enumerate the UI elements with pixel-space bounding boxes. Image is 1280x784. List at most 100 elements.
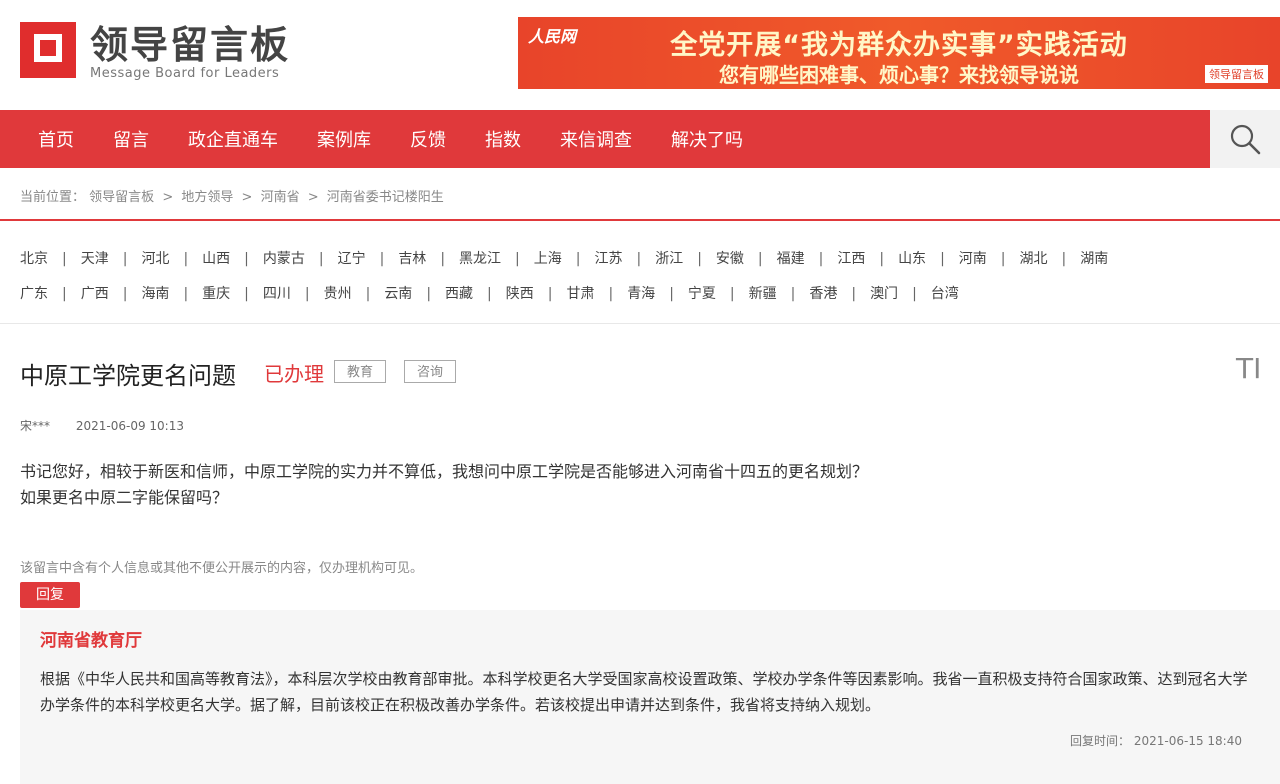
province-separator: |	[122, 286, 128, 302]
province-separator: |	[183, 286, 189, 302]
province-link[interactable]: 辽宁	[338, 248, 366, 268]
nav-item-cases[interactable]: 案例库	[317, 126, 371, 152]
province-link[interactable]: 黑龙江	[459, 248, 501, 268]
province-separator: |	[575, 251, 581, 267]
category-tag-consult[interactable]: 咨询	[404, 360, 456, 383]
province-link[interactable]: 湖南	[1080, 248, 1108, 268]
province-link[interactable]: 江苏	[594, 248, 622, 268]
province-link[interactable]: 新疆	[749, 283, 777, 303]
province-link[interactable]: 安徽	[716, 248, 744, 268]
breadcrumb: 当前位置： 领导留言板 > 地方领导 > 河南省 > 河南省委书记楼阳生	[20, 186, 444, 205]
province-link[interactable]: 青海	[627, 283, 655, 303]
province-link[interactable]: 福建	[777, 248, 805, 268]
nav-item-survey[interactable]: 来信调查	[560, 126, 632, 152]
province-link[interactable]: 吉林	[398, 248, 426, 268]
province-link[interactable]: 江西	[837, 248, 865, 268]
province-link[interactable]: 内蒙古	[263, 248, 305, 268]
message-title: 中原工学院更名问题	[20, 362, 236, 390]
province-separator: |	[818, 251, 824, 267]
nav-item-home[interactable]: 首页	[38, 126, 74, 152]
nav-item-message[interactable]: 留言	[113, 126, 149, 152]
province-link[interactable]: 北京	[20, 248, 48, 268]
reply-org: 河南省教育厅	[40, 631, 142, 651]
nav-item-resolved[interactable]: 解决了吗	[671, 126, 743, 152]
province-link[interactable]: 云南	[384, 283, 412, 303]
province-separator: |	[244, 251, 249, 267]
province-link[interactable]: 浙江	[655, 248, 683, 268]
reply-time-label: 回复时间：	[1070, 734, 1131, 748]
breadcrumb-label: 当前位置：	[20, 190, 86, 205]
province-separator: |	[669, 286, 674, 302]
province-link[interactable]: 天津	[81, 248, 109, 268]
breadcrumb-item-local[interactable]: 地方领导	[181, 190, 233, 205]
province-link[interactable]: 广东	[20, 283, 48, 303]
province-link[interactable]: 湖北	[1020, 248, 1048, 268]
reply-body: 根据《中华人民共和国高等教育法》，本科层次学校由教育部审批。本科学校更名大学受国…	[40, 670, 1248, 714]
page-header: 领导留言板 Message Board for Leaders 人民网 全党开展…	[0, 0, 1280, 108]
province-link[interactable]: 山西	[202, 248, 230, 268]
province-separator: |	[1061, 251, 1067, 267]
logo-subtitle: Message Board for Leaders	[90, 66, 280, 81]
author-name: 宋***	[20, 419, 51, 433]
banner-tag: 领导留言板	[1205, 65, 1268, 83]
font-size-icon[interactable]: TI	[1236, 352, 1261, 385]
message-date: 2021-06-09 10:13	[75, 419, 184, 433]
province-separator: |	[851, 286, 857, 302]
province-separator: |	[636, 251, 642, 267]
province-separator: |	[697, 251, 702, 267]
banner-subline: 您有哪些困难事、烦心事？来找领导说说	[719, 63, 1079, 87]
province-separator: |	[940, 251, 945, 267]
divider	[0, 323, 1280, 324]
province-link[interactable]: 重庆	[202, 283, 230, 303]
province-link[interactable]: 海南	[141, 283, 169, 303]
breadcrumb-item-leader[interactable]: 河南省委书记楼阳生	[327, 190, 444, 205]
province-separator: |	[757, 251, 763, 267]
category-tag-education[interactable]: 教育	[334, 360, 386, 383]
message-body: 书记您好，相较于新医和信师，中原工学院的实力并不算低，我想问中原工学院是否能够进…	[20, 459, 1260, 511]
message-body-line: 书记您好，相较于新医和信师，中原工学院的实力并不算低，我想问中原工学院是否能够进…	[20, 462, 869, 481]
province-link[interactable]: 河南	[959, 248, 987, 268]
message-meta: 宋*** 2021-06-09 10:13	[20, 417, 184, 434]
breadcrumb-item-province[interactable]: 河南省	[261, 190, 300, 205]
nav-item-index[interactable]: 指数	[485, 126, 521, 152]
province-list-row-2: 广东 | 广西 | 海南 | 重庆 | 四川 | 贵州 | 云南 | 西藏 | 陕西 | 甘肃 | 青海 | 宁夏 | 新疆 | 香…	[20, 283, 1280, 303]
nav-item-feedback[interactable]: 反馈	[410, 126, 446, 152]
province-link[interactable]: 香港	[809, 283, 837, 303]
main-nav: 首页 留言 政企直通车 案例库 反馈 指数 来信调查 解决了吗	[0, 110, 1210, 168]
province-link[interactable]: 贵州	[324, 283, 352, 303]
reply-section: 河南省教育厅 根据《中华人民共和国高等教育法》，本科层次学校由教育部审批。本科学…	[20, 610, 1280, 784]
nav-item-enterprise[interactable]: 政企直通车	[188, 126, 278, 152]
province-link[interactable]: 四川	[263, 283, 291, 303]
province-separator: |	[122, 251, 128, 267]
province-link[interactable]: 西藏	[445, 283, 473, 303]
status-badge: 已办理	[264, 362, 324, 386]
banner-headline: 全党开展“我为群众办实事”实践活动	[670, 30, 1128, 61]
campaign-banner[interactable]: 人民网 全党开展“我为群众办实事”实践活动 您有哪些困难事、烦心事？来找领导说说…	[518, 17, 1280, 89]
province-separator: |	[1000, 251, 1006, 267]
province-separator: |	[608, 286, 614, 302]
province-link[interactable]: 甘肃	[566, 283, 594, 303]
message-body-line: 如果更名中原二字能保留吗？	[20, 488, 229, 507]
province-link[interactable]: 上海	[534, 248, 562, 268]
province-separator: |	[183, 251, 189, 267]
section-divider	[0, 219, 1280, 221]
privacy-note: 该留言中含有个人信息或其他不便公开展示的内容，仅办理机构可见。	[20, 561, 424, 576]
province-separator: |	[729, 286, 735, 302]
province-separator: |	[547, 286, 553, 302]
reply-time-value: 2021-06-15 18:40	[1133, 734, 1242, 748]
breadcrumb-separator: >	[241, 190, 253, 205]
site-logo[interactable]: 领导留言板 Message Board for Leaders	[20, 22, 290, 82]
province-separator: |	[304, 286, 310, 302]
province-link[interactable]: 山东	[898, 248, 926, 268]
province-link[interactable]: 宁夏	[688, 283, 716, 303]
breadcrumb-item-board[interactable]: 领导留言板	[89, 190, 154, 205]
province-separator: |	[318, 251, 324, 267]
province-separator: |	[790, 286, 796, 302]
province-link[interactable]: 陕西	[506, 283, 534, 303]
search-button[interactable]	[1210, 110, 1280, 168]
province-link[interactable]: 河北	[141, 248, 169, 268]
province-link[interactable]: 台湾	[931, 283, 959, 303]
search-icon	[1230, 124, 1261, 155]
province-link[interactable]: 广西	[81, 283, 109, 303]
province-link[interactable]: 澳门	[870, 283, 898, 303]
